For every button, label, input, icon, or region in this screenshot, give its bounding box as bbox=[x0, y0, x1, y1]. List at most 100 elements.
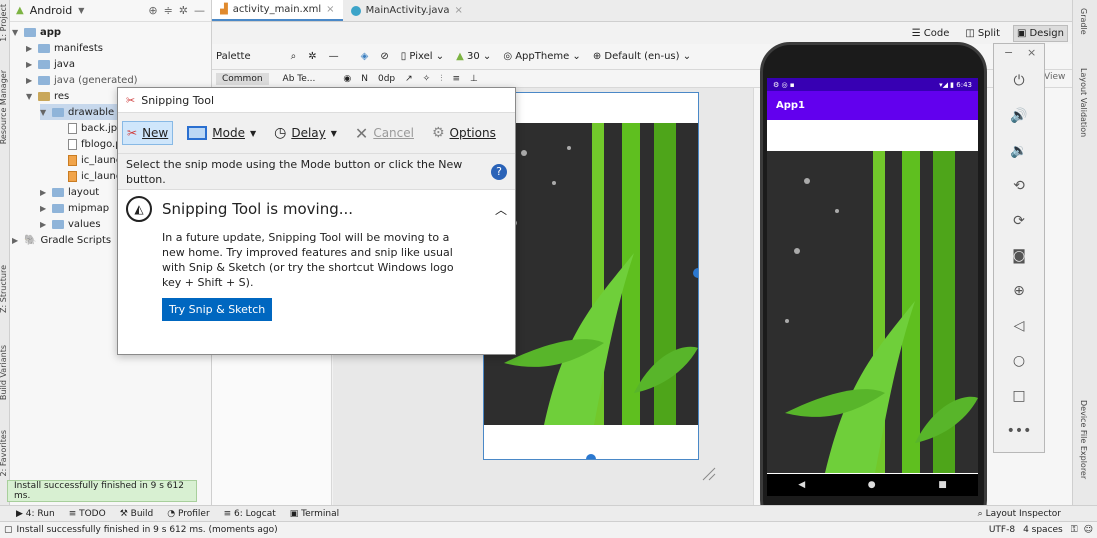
status-time: ▾◢ ▮ 6:43 bbox=[939, 80, 972, 89]
gear-icon[interactable]: ✲ bbox=[308, 51, 316, 62]
pack-icon[interactable]: ⫶ bbox=[440, 74, 442, 84]
tree-item-gradle-scripts[interactable]: ▶ 🐘 Gradle Scripts bbox=[12, 232, 111, 248]
tab-device-file-explorer[interactable]: Device File Explorer bbox=[1079, 400, 1088, 479]
new-snip-button[interactable]: ✂ New bbox=[122, 121, 174, 145]
tree-item-layout[interactable]: ▶ layout bbox=[40, 184, 99, 200]
close-icon[interactable]: × bbox=[455, 5, 463, 16]
project-view-select[interactable]: Android bbox=[30, 4, 73, 17]
minimize-icon[interactable]: − bbox=[1004, 46, 1013, 59]
tree-item-app[interactable]: ▼ app bbox=[12, 24, 61, 40]
api-select[interactable]: ▲ 30 ⌄ bbox=[456, 51, 491, 62]
indent[interactable]: 4 spaces bbox=[1023, 525, 1063, 535]
wand-icon[interactable]: ✧ bbox=[423, 74, 431, 84]
delay-button[interactable]: ◷ Delay ▼ bbox=[270, 121, 341, 145]
profiler-tab[interactable]: ◔ Profiler bbox=[167, 509, 209, 519]
palette-item-textview[interactable]: Ab Te... bbox=[283, 74, 316, 84]
back-icon[interactable]: ◁ bbox=[1008, 315, 1030, 337]
help-icon[interactable]: ? bbox=[491, 163, 507, 180]
tree-item-mipmap[interactable]: ▶ mipmap bbox=[40, 200, 109, 216]
guidelines-icon[interactable]: ⊥ bbox=[470, 74, 478, 84]
tree-item-manifests[interactable]: ▶ manifests bbox=[26, 40, 103, 56]
tree-item-java[interactable]: ▶ java bbox=[26, 56, 75, 72]
theme-select[interactable]: ◎ AppTheme ⌄ bbox=[503, 51, 581, 62]
resize-handle-icon[interactable] bbox=[701, 466, 717, 482]
close-icon[interactable]: × bbox=[1027, 46, 1036, 59]
gear-icon[interactable]: ✲ bbox=[179, 4, 188, 17]
tab-gradle[interactable]: Gradle bbox=[1079, 8, 1088, 35]
mode-button[interactable]: Mode ▼ bbox=[183, 122, 260, 144]
split-icon: ◫ bbox=[965, 27, 975, 39]
no-orientation-icon[interactable]: ⊘ bbox=[380, 51, 388, 62]
inspector-icon[interactable]: ☺ bbox=[1084, 525, 1093, 535]
rotate-left-icon[interactable]: ⟲ bbox=[1008, 175, 1030, 197]
left-tool-strip: 1: Project Resource Manager Z: Structure… bbox=[0, 0, 10, 505]
infer-icon[interactable]: ↗ bbox=[405, 74, 413, 84]
chevron-down-icon[interactable]: ▼ bbox=[78, 6, 84, 15]
right-tool-strip: Gradle Layout Validation Device File Exp… bbox=[1072, 0, 1097, 505]
hide-icon[interactable]: — bbox=[329, 51, 339, 62]
tree-item-ic-launcher-1[interactable]: ic_launc bbox=[68, 152, 121, 168]
close-icon[interactable]: × bbox=[326, 4, 334, 15]
tree-item-back-jpg[interactable]: back.jpg bbox=[68, 120, 123, 136]
code-mode-button[interactable]: ☰ Code bbox=[909, 26, 953, 41]
options-button[interactable]: ⚙ Options bbox=[428, 121, 500, 145]
cancel-button[interactable]: ✕ Cancel bbox=[351, 120, 418, 147]
view-mode-bar: ☰ Code ◫ Split ▣ Design bbox=[212, 22, 1072, 44]
home-icon[interactable]: ○ bbox=[1008, 350, 1030, 372]
camera-icon[interactable]: ◙ bbox=[1008, 245, 1030, 267]
overview-icon[interactable]: □ bbox=[1008, 385, 1030, 407]
tab-layout-validation[interactable]: Layout Validation bbox=[1079, 68, 1088, 137]
tree-item-res[interactable]: ▼ res bbox=[26, 88, 69, 104]
snip-info-bar: Select the snip mode using the Mode butt… bbox=[118, 154, 515, 190]
more-icon[interactable]: ••• bbox=[1007, 420, 1032, 442]
volume-up-icon[interactable]: 🔊 bbox=[1008, 105, 1030, 127]
class-icon bbox=[350, 5, 361, 16]
target-icon[interactable]: ⊕ bbox=[148, 4, 157, 17]
design-mode-button[interactable]: ▣ Design bbox=[1013, 24, 1068, 42]
power-icon[interactable]: ⏻ bbox=[1008, 70, 1030, 92]
magnet-icon[interactable]: Ν bbox=[361, 74, 368, 84]
zoom-icon[interactable]: ⊕ bbox=[1008, 280, 1030, 302]
gear-icon: ⚙ bbox=[431, 125, 445, 141]
device-select[interactable]: ▯ Pixel ⌄ bbox=[401, 51, 444, 62]
hide-icon[interactable]: — bbox=[194, 4, 205, 17]
locale-select[interactable]: ⊕ Default (en-us) ⌄ bbox=[593, 51, 691, 62]
try-snip-sketch-button[interactable]: Try Snip & Sketch bbox=[162, 298, 273, 321]
emulator-screen[interactable]: ⚙ ◎ ▪ ▾◢ ▮ 6:43 App1 ◀ ● ■ bbox=[767, 78, 978, 496]
tab-resource-manager[interactable]: Resource Manager bbox=[0, 70, 8, 144]
margin-value[interactable]: 0dp bbox=[378, 74, 395, 84]
scissors-icon: ✂ bbox=[127, 126, 138, 140]
eye-icon[interactable]: ◉ bbox=[343, 74, 351, 84]
rotate-right-icon[interactable]: ⟳ bbox=[1008, 210, 1030, 232]
collapse-icon[interactable]: ≑ bbox=[164, 4, 173, 17]
split-mode-button[interactable]: ◫ Split bbox=[962, 26, 1003, 41]
tab-activity-main[interactable]: ▟ activity_main.xml × bbox=[212, 0, 343, 21]
tab-project[interactable]: 1: Project bbox=[0, 4, 8, 42]
align-icon[interactable]: ≡ bbox=[452, 74, 460, 84]
layout-inspector-tab[interactable]: ⌕ Layout Inspector bbox=[978, 509, 1061, 519]
lock-icon[interactable]: ⚿ bbox=[1071, 525, 1078, 535]
tree-item-values[interactable]: ▶ values bbox=[40, 216, 101, 232]
tab-favorites[interactable]: 2: Favorites bbox=[0, 430, 8, 476]
collapse-chevron-icon[interactable]: ︿ bbox=[495, 201, 507, 218]
tab-build-variants[interactable]: Build Variants bbox=[0, 345, 8, 400]
todo-tab[interactable]: ≡ TODO bbox=[69, 509, 106, 519]
tab-main-activity[interactable]: MainActivity.java × bbox=[343, 0, 471, 21]
run-tab[interactable]: ▶ 4: Run bbox=[16, 509, 55, 519]
nav-home-icon[interactable]: ● bbox=[868, 480, 876, 490]
tree-item-java-generated[interactable]: ▶ java (generated) bbox=[26, 72, 138, 88]
tree-item-ic-launcher-2[interactable]: ic_launc bbox=[68, 168, 121, 184]
nav-overview-icon[interactable]: ■ bbox=[938, 480, 947, 490]
tab-structure[interactable]: Z: Structure bbox=[0, 265, 8, 313]
encoding[interactable]: UTF-8 bbox=[989, 525, 1015, 535]
volume-down-icon[interactable]: 🔉 bbox=[1008, 140, 1030, 162]
palette-label: Palette bbox=[216, 51, 251, 62]
terminal-tab[interactable]: ▣ Terminal bbox=[290, 509, 339, 519]
layers-icon[interactable]: ◈ bbox=[361, 51, 369, 62]
logcat-tab[interactable]: ≡ 6: Logcat bbox=[224, 509, 276, 519]
nav-back-icon[interactable]: ◀ bbox=[798, 480, 805, 490]
palette-category-common[interactable]: Common bbox=[216, 72, 269, 85]
search-icon[interactable]: ⌕ bbox=[291, 51, 297, 62]
build-tab[interactable]: ⚒ Build bbox=[120, 509, 154, 519]
mode-icon bbox=[187, 126, 208, 140]
